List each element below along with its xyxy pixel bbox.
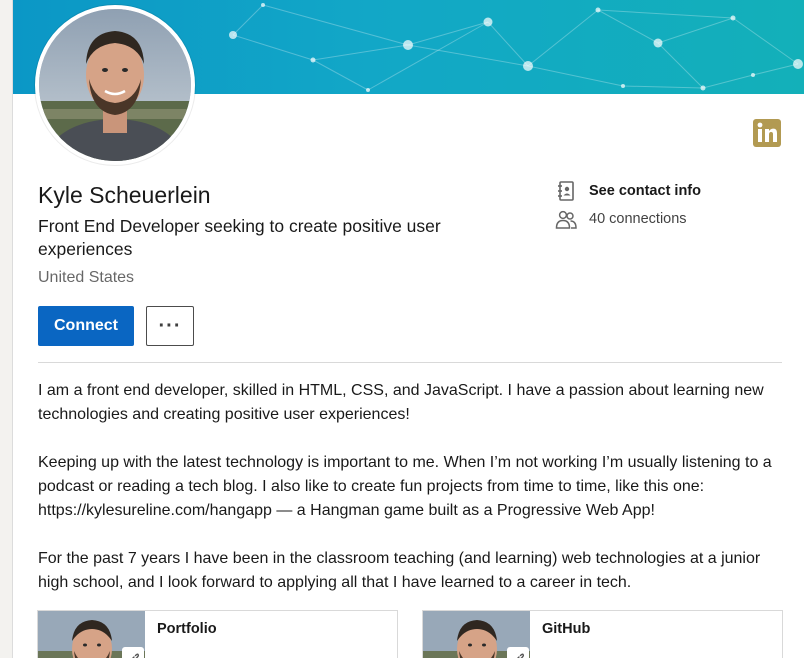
see-contact-info-link[interactable]: See contact info xyxy=(555,180,701,202)
profile-photo[interactable] xyxy=(35,5,195,165)
linkedin-icon[interactable] xyxy=(753,119,781,147)
connections-link[interactable]: 40 connections xyxy=(555,208,687,230)
section-divider xyxy=(38,362,782,363)
connections-count: 40 connections xyxy=(589,211,687,227)
link-icon xyxy=(122,647,144,658)
link-icon xyxy=(507,647,529,658)
about-paragraph: For the past 7 years I have been in the … xyxy=(38,550,761,591)
media-item-github[interactable]: GitHub xyxy=(422,610,783,658)
contact-card-icon xyxy=(558,181,574,201)
more-actions-button[interactable]: ··· xyxy=(146,306,194,346)
avatar-image xyxy=(39,9,191,161)
profile-headline: Front End Developer seeking to create po… xyxy=(38,216,441,259)
media-title: GitHub xyxy=(542,621,591,637)
see-contact-info-label: See contact info xyxy=(589,183,701,199)
profile-location: United States xyxy=(38,269,135,286)
profile-card: Kyle Scheuerlein Front End Developer see… xyxy=(12,0,804,658)
about-section: I am a front end developer, skilled in H… xyxy=(38,379,788,619)
connect-button[interactable]: Connect xyxy=(38,306,134,346)
about-paragraph: I am a front end developer, skilled in H… xyxy=(38,382,764,423)
media-title: Portfolio xyxy=(157,621,217,637)
profile-name: Kyle Scheuerlein xyxy=(38,182,211,208)
about-paragraph: Keeping up with the latest technology is… xyxy=(38,454,772,519)
people-icon xyxy=(555,210,577,229)
media-item-portfolio[interactable]: Portfolio xyxy=(37,610,398,658)
